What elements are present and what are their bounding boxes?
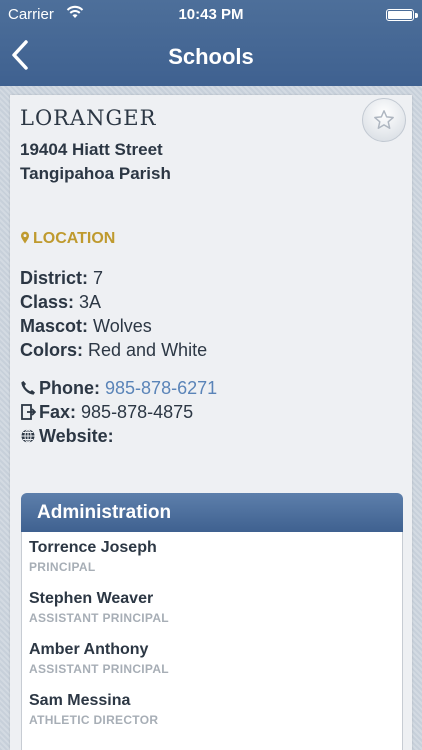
district-row: District: 7	[20, 268, 103, 289]
admin-role: ASSISTANT PRINCIPAL	[29, 611, 169, 625]
phone-row[interactable]: Phone: 985-878-6271	[20, 378, 217, 401]
fax-label: Fax:	[39, 402, 77, 422]
colors-value: Red and White	[88, 340, 208, 360]
school-name: LORANGER	[20, 106, 157, 130]
phone-link[interactable]: 985-878-6271	[105, 378, 217, 398]
navigation-bar: Carrier 10:43 PM Schools	[0, 0, 422, 86]
favorite-button[interactable]	[362, 98, 406, 142]
website-label: Website:	[39, 426, 114, 446]
colors-label: Colors:	[20, 340, 83, 360]
admin-role: ATHLETIC DIRECTOR	[29, 713, 159, 727]
class-value: 3A	[79, 292, 102, 312]
fax-value: 985-878-4875	[81, 402, 194, 422]
phone-label: Phone:	[39, 378, 100, 398]
fax-icon	[20, 404, 37, 425]
administration-title: Administration	[37, 502, 172, 523]
administration-header: Administration	[21, 493, 403, 532]
admin-role: PRINCIPAL	[29, 560, 96, 574]
clock-time: 10:43 PM	[178, 6, 244, 23]
district-label: District:	[20, 268, 89, 288]
phone-icon	[20, 380, 36, 401]
website-row[interactable]: Website:	[20, 426, 114, 449]
location-link[interactable]: LOCATION	[20, 230, 115, 248]
fax-row: Fax: 985-878-4875	[20, 402, 193, 425]
mascot-value: Wolves	[93, 316, 152, 336]
address-street: 19404 Hiatt Street	[20, 140, 163, 159]
admin-name[interactable]: Torrence Joseph	[29, 539, 157, 557]
class-row: Class: 3A	[20, 292, 101, 313]
admin-name[interactable]: Amber Anthony	[29, 641, 148, 659]
star-icon	[374, 110, 394, 129]
admin-name[interactable]: Stephen Weaver	[29, 590, 153, 608]
admin-role: ASSISTANT PRINCIPAL	[29, 662, 169, 676]
status-bar: Carrier 10:43 PM	[0, 0, 422, 30]
location-label: LOCATION	[33, 230, 116, 247]
mascot-row: Mascot: Wolves	[20, 316, 152, 337]
mascot-label: Mascot:	[20, 316, 89, 336]
colors-row: Colors: Red and White	[20, 340, 207, 361]
globe-icon	[20, 428, 36, 449]
class-label: Class:	[20, 292, 75, 312]
address-parish: Tangipahoa Parish	[20, 164, 171, 183]
battery-icon	[386, 9, 418, 21]
district-value: 7	[93, 268, 104, 288]
map-pin-icon	[21, 231, 29, 244]
page-title: Schools	[168, 44, 254, 69]
admin-name[interactable]: Sam Messina	[29, 692, 130, 710]
